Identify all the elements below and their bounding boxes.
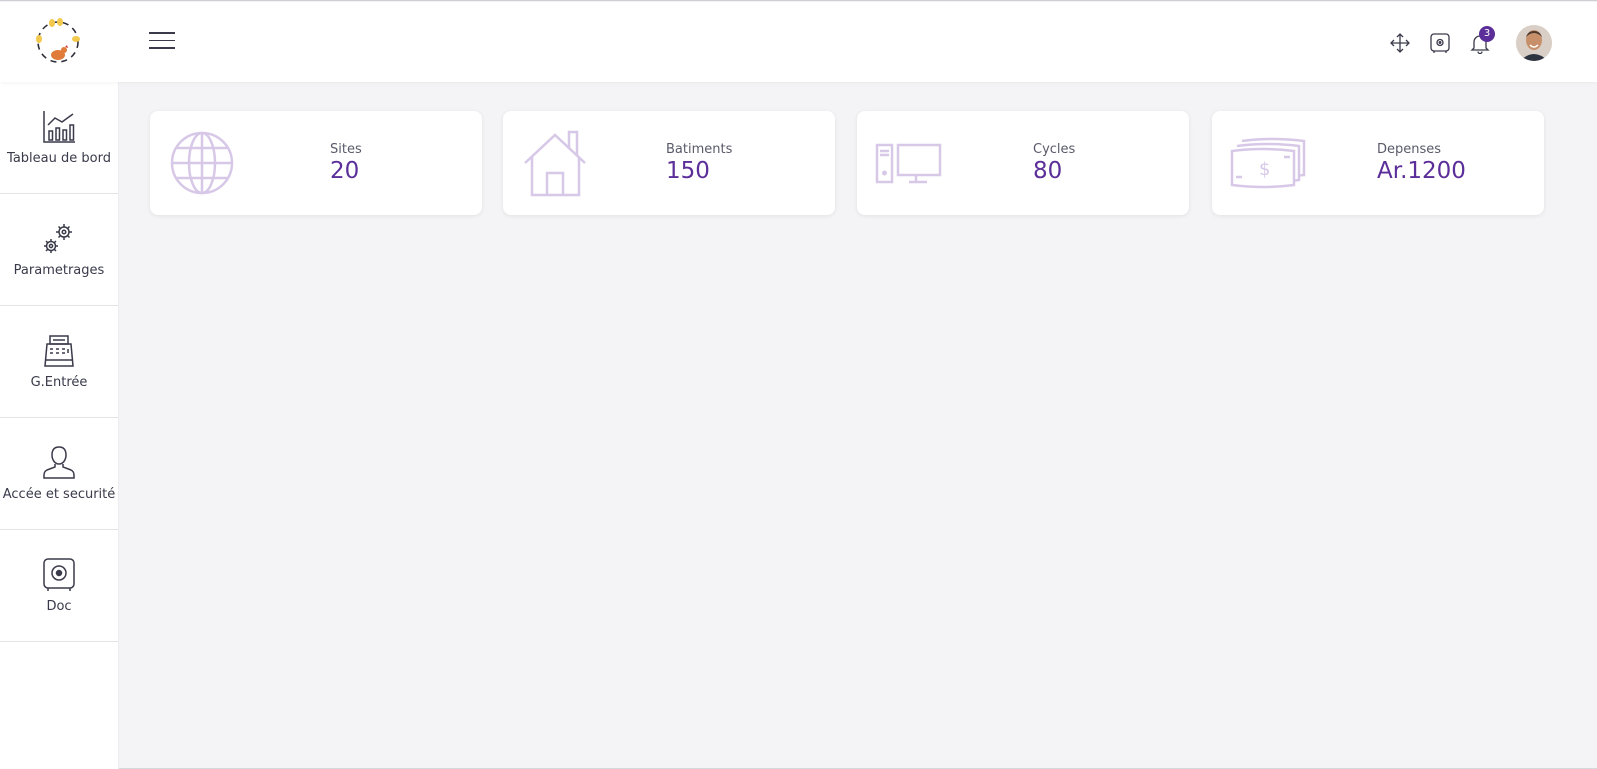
hamburger-line bbox=[149, 32, 175, 34]
stat-label: Batiments bbox=[666, 142, 733, 157]
safe-icon[interactable] bbox=[1429, 32, 1451, 54]
sidebar: Tableau de bord Parametrages G.Entrée Ac… bbox=[0, 82, 119, 769]
hamburger-line bbox=[149, 39, 175, 41]
sidebar-item-label: Accée et securité bbox=[2, 487, 116, 502]
hamburger-line bbox=[149, 47, 175, 49]
notification-badge: 3 bbox=[1479, 26, 1495, 42]
sidebar-item-entry-management[interactable]: G.Entrée bbox=[0, 306, 118, 418]
stat-text: Sites 20 bbox=[330, 142, 362, 184]
sidebar-item-label: Doc bbox=[46, 599, 72, 614]
sidebar-item-doc[interactable]: Doc bbox=[0, 530, 118, 642]
cash-register-icon bbox=[44, 335, 74, 367]
stat-value: 150 bbox=[666, 158, 710, 184]
house-icon bbox=[524, 130, 586, 197]
main-content: Sites 20 Batiments 150 Cycles 80 $ Depen… bbox=[119, 82, 1597, 769]
sidebar-item-label: G.Entrée bbox=[30, 375, 88, 390]
safe-icon bbox=[43, 558, 75, 591]
stat-value: 20 bbox=[330, 158, 360, 184]
stat-card-sites[interactable]: Sites 20 bbox=[150, 111, 482, 215]
fullscreen-icon[interactable] bbox=[1389, 32, 1411, 54]
stat-value: Ar.1200 bbox=[1377, 158, 1466, 184]
sidebar-item-settings[interactable]: Parametrages bbox=[0, 194, 118, 306]
stat-text: Depenses Ar.1200 bbox=[1377, 142, 1466, 184]
app-logo[interactable] bbox=[30, 17, 86, 67]
sidebar-item-dashboard[interactable]: Tableau de bord bbox=[0, 82, 118, 194]
stat-label: Sites bbox=[330, 142, 362, 157]
chart-icon bbox=[43, 111, 75, 143]
stat-value: 80 bbox=[1033, 158, 1063, 184]
stat-label: Depenses bbox=[1377, 142, 1442, 157]
user-icon bbox=[43, 446, 75, 479]
top-bar: 3 bbox=[0, 2, 1597, 82]
sidebar-item-label: Tableau de bord bbox=[7, 151, 111, 166]
money-icon: $ bbox=[1230, 137, 1306, 189]
gears-icon bbox=[44, 224, 72, 253]
svg-text:$: $ bbox=[1259, 159, 1270, 180]
stat-card-cycles[interactable]: Cycles 80 bbox=[857, 111, 1189, 215]
globe-icon bbox=[170, 131, 234, 195]
menu-toggle-button[interactable] bbox=[149, 32, 175, 52]
sidebar-item-label: Parametrages bbox=[13, 263, 105, 278]
stat-text: Cycles 80 bbox=[1033, 142, 1075, 184]
user-avatar[interactable] bbox=[1516, 25, 1552, 61]
sidebar-item-access-security[interactable]: Accée et securité bbox=[0, 418, 118, 530]
stat-card-expenses[interactable]: $ Depenses Ar.1200 bbox=[1212, 111, 1544, 215]
stat-card-buildings[interactable]: Batiments 150 bbox=[503, 111, 835, 215]
computer-icon bbox=[875, 143, 942, 184]
stat-label: Cycles bbox=[1033, 142, 1076, 157]
stat-text: Batiments 150 bbox=[666, 142, 732, 184]
